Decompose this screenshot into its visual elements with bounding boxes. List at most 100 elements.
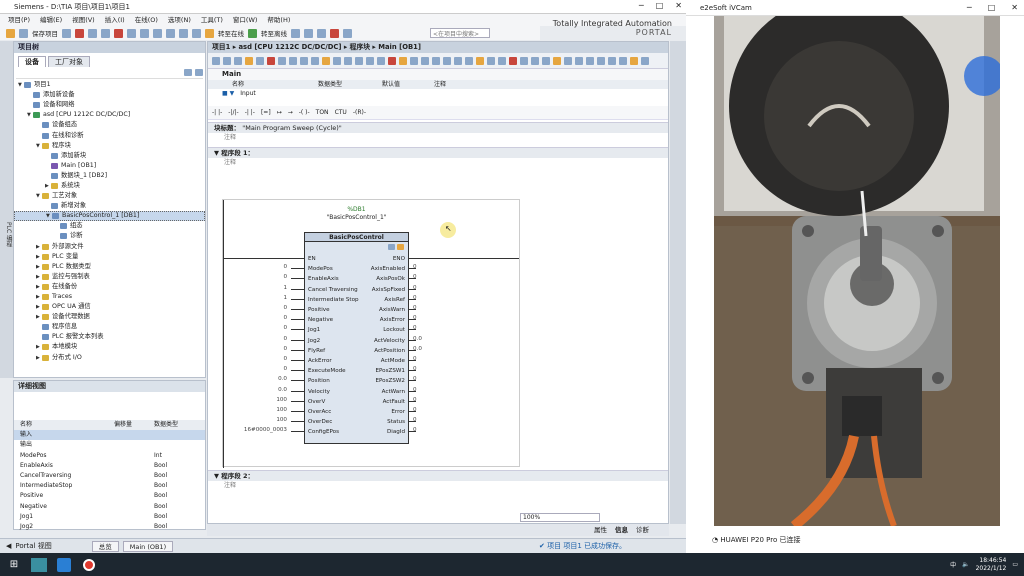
editor-tool-icon[interactable] xyxy=(564,56,572,65)
stop-cpu-icon[interactable] xyxy=(317,28,326,38)
detail-row[interactable]: Negative Bool xyxy=(14,502,205,512)
ladder-tool-6[interactable]: -( )- xyxy=(299,109,310,116)
tree-item[interactable]: 新增对象 xyxy=(14,201,205,211)
maximize-icon[interactable]: □ xyxy=(988,0,996,16)
editor-tool-icon[interactable] xyxy=(322,56,330,65)
tree-item[interactable]: 数据块_1 [DB2] xyxy=(14,171,205,181)
editor-tool-icon[interactable] xyxy=(476,56,484,65)
editor-tool-icon[interactable] xyxy=(410,56,418,65)
instance-name[interactable]: "BasicPosControl_1" xyxy=(304,214,409,221)
input-value[interactable]: 0 xyxy=(283,315,287,321)
go-online-icon[interactable] xyxy=(205,28,214,38)
tree-item[interactable]: ▶ 在线备份 xyxy=(14,282,205,292)
go-offline-button[interactable]: 转至离线 xyxy=(261,28,287,38)
overview-tab[interactable]: 总览 xyxy=(91,540,119,552)
tree-item[interactable]: 在线和诊断 xyxy=(14,130,205,140)
block-title-value[interactable]: "Main Program Sweep (Cycle)" xyxy=(242,124,342,132)
menu-item-0[interactable]: 项目(P) xyxy=(8,14,30,26)
ladder-tool-0[interactable]: -| |- xyxy=(212,109,222,116)
tree-item[interactable]: ▼ 程序块 xyxy=(14,141,205,151)
menu-item-8[interactable]: 帮助(H) xyxy=(267,14,290,26)
download-icon[interactable] xyxy=(166,28,175,38)
editor-tool-icon[interactable] xyxy=(597,56,605,65)
editor-tool-icon[interactable] xyxy=(443,56,451,65)
simulation-icon[interactable] xyxy=(192,28,201,38)
detail-row[interactable]: 输入 xyxy=(14,430,205,441)
ladder-tool-1[interactable]: -|/|- xyxy=(228,109,238,116)
tree-view-icon[interactable] xyxy=(184,69,192,76)
editor-tool-icon[interactable] xyxy=(575,56,583,65)
editor-tool-icon[interactable] xyxy=(498,56,506,65)
detail-row[interactable]: Jog1 Bool xyxy=(14,512,205,522)
editor-tool-icon[interactable] xyxy=(234,56,242,65)
fb-diag-icon[interactable] xyxy=(397,244,404,250)
save-project-button[interactable]: 保存项目 xyxy=(32,28,58,38)
input-value[interactable]: 0 xyxy=(283,264,287,270)
split-editor-icon[interactable] xyxy=(343,28,352,38)
tree-item[interactable]: 程序信息 xyxy=(14,322,205,332)
tree-item[interactable]: ▼ BasicPosControl_1 [DB1] xyxy=(14,211,205,222)
editor-tool-icon[interactable] xyxy=(388,56,396,65)
tab-plant-objects[interactable]: 工厂对象 xyxy=(48,56,90,67)
editor-tool-icon[interactable] xyxy=(289,56,297,65)
ladder-tool-8[interactable]: CTU xyxy=(335,109,347,116)
tree-item[interactable]: ▶ Traces xyxy=(14,292,205,302)
detail-row[interactable]: Jog2 Bool xyxy=(14,522,205,532)
tree-item[interactable]: 添加新设备 xyxy=(14,90,205,100)
editor-tool-icon[interactable] xyxy=(454,56,462,65)
tab-diagnostics[interactable]: 诊断 xyxy=(636,524,649,536)
left-side-strip[interactable]: PLC 编程 xyxy=(0,41,13,378)
tree-item[interactable]: ▼ 项目1 xyxy=(14,80,205,90)
editor-tool-icon[interactable] xyxy=(377,56,385,65)
editor-tool-icon[interactable] xyxy=(531,56,539,65)
detail-row[interactable]: ModePos Int xyxy=(14,451,205,461)
copy-icon[interactable] xyxy=(88,28,97,38)
editor-tool-icon[interactable] xyxy=(300,56,308,65)
input-value[interactable]: 0.0 xyxy=(278,387,287,393)
detail-row[interactable]: 输出 xyxy=(14,440,205,450)
close-icon[interactable]: ✕ xyxy=(675,1,682,10)
editor-tool-icon[interactable] xyxy=(520,56,528,65)
tree-item[interactable]: PLC 报警文本列表 xyxy=(14,332,205,342)
ladder-tool-3[interactable]: [=] xyxy=(261,109,271,116)
main-ob1-tab[interactable]: Main (OB1) xyxy=(122,540,174,552)
upload-icon[interactable] xyxy=(179,28,188,38)
tree-item[interactable]: ▶ PLC 数据类型 xyxy=(14,262,205,272)
detail-row[interactable]: CancelTraversing Bool xyxy=(14,471,205,481)
detail-row[interactable]: IntermediateStop Bool xyxy=(14,481,205,491)
tab-devices[interactable]: 设备 xyxy=(18,56,46,67)
ladder-tool-2[interactable]: -| |- xyxy=(245,109,255,116)
tree-item[interactable]: ▶ PLC 变量 xyxy=(14,252,205,262)
notifications-icon[interactable]: ▭ xyxy=(1012,561,1018,568)
maximize-icon[interactable]: □ xyxy=(656,1,664,10)
editor-tool-icon[interactable] xyxy=(421,56,429,65)
delete-icon[interactable] xyxy=(114,28,123,38)
tree-item[interactable]: 诊断 xyxy=(14,231,205,241)
editor-tool-icon[interactable] xyxy=(641,56,649,65)
compile-icon[interactable] xyxy=(153,28,162,38)
ivcam-app-icon[interactable] xyxy=(53,556,75,574)
ladder-tool-4[interactable]: ↦ xyxy=(277,109,282,116)
tree-item[interactable]: ▶ OPC UA 通信 xyxy=(14,302,205,312)
input-value[interactable]: 0 xyxy=(283,366,287,372)
menu-item-6[interactable]: 工具(T) xyxy=(201,14,223,26)
tab-properties[interactable]: 属性 xyxy=(594,524,607,536)
editor-tool-icon[interactable] xyxy=(223,56,231,65)
network-1-header[interactable]: ▼ 程序段 1： xyxy=(208,147,668,158)
start-icon[interactable]: ⊞ xyxy=(3,556,25,574)
ladder-tool-7[interactable]: TON xyxy=(316,109,329,116)
tree-item[interactable]: 组态 xyxy=(14,221,205,231)
portal-arrow-icon[interactable]: ◀ xyxy=(0,542,11,550)
close-icon[interactable]: ✕ xyxy=(1011,0,1018,16)
editor-tool-icon[interactable] xyxy=(608,56,616,65)
editor-tool-icon[interactable] xyxy=(399,56,407,65)
editor-tool-icon[interactable] xyxy=(311,56,319,65)
minimize-icon[interactable]: ─ xyxy=(639,1,644,10)
fb-config-icon[interactable] xyxy=(388,244,395,250)
tree-item[interactable]: ▶ 外部源文件 xyxy=(14,242,205,252)
input-value[interactable]: 0 xyxy=(283,336,287,342)
input-value[interactable]: 0 xyxy=(283,305,287,311)
editor-tool-icon[interactable] xyxy=(630,56,638,65)
input-value[interactable]: 100 xyxy=(276,417,287,423)
tree-item[interactable]: 设备组态 xyxy=(14,120,205,130)
